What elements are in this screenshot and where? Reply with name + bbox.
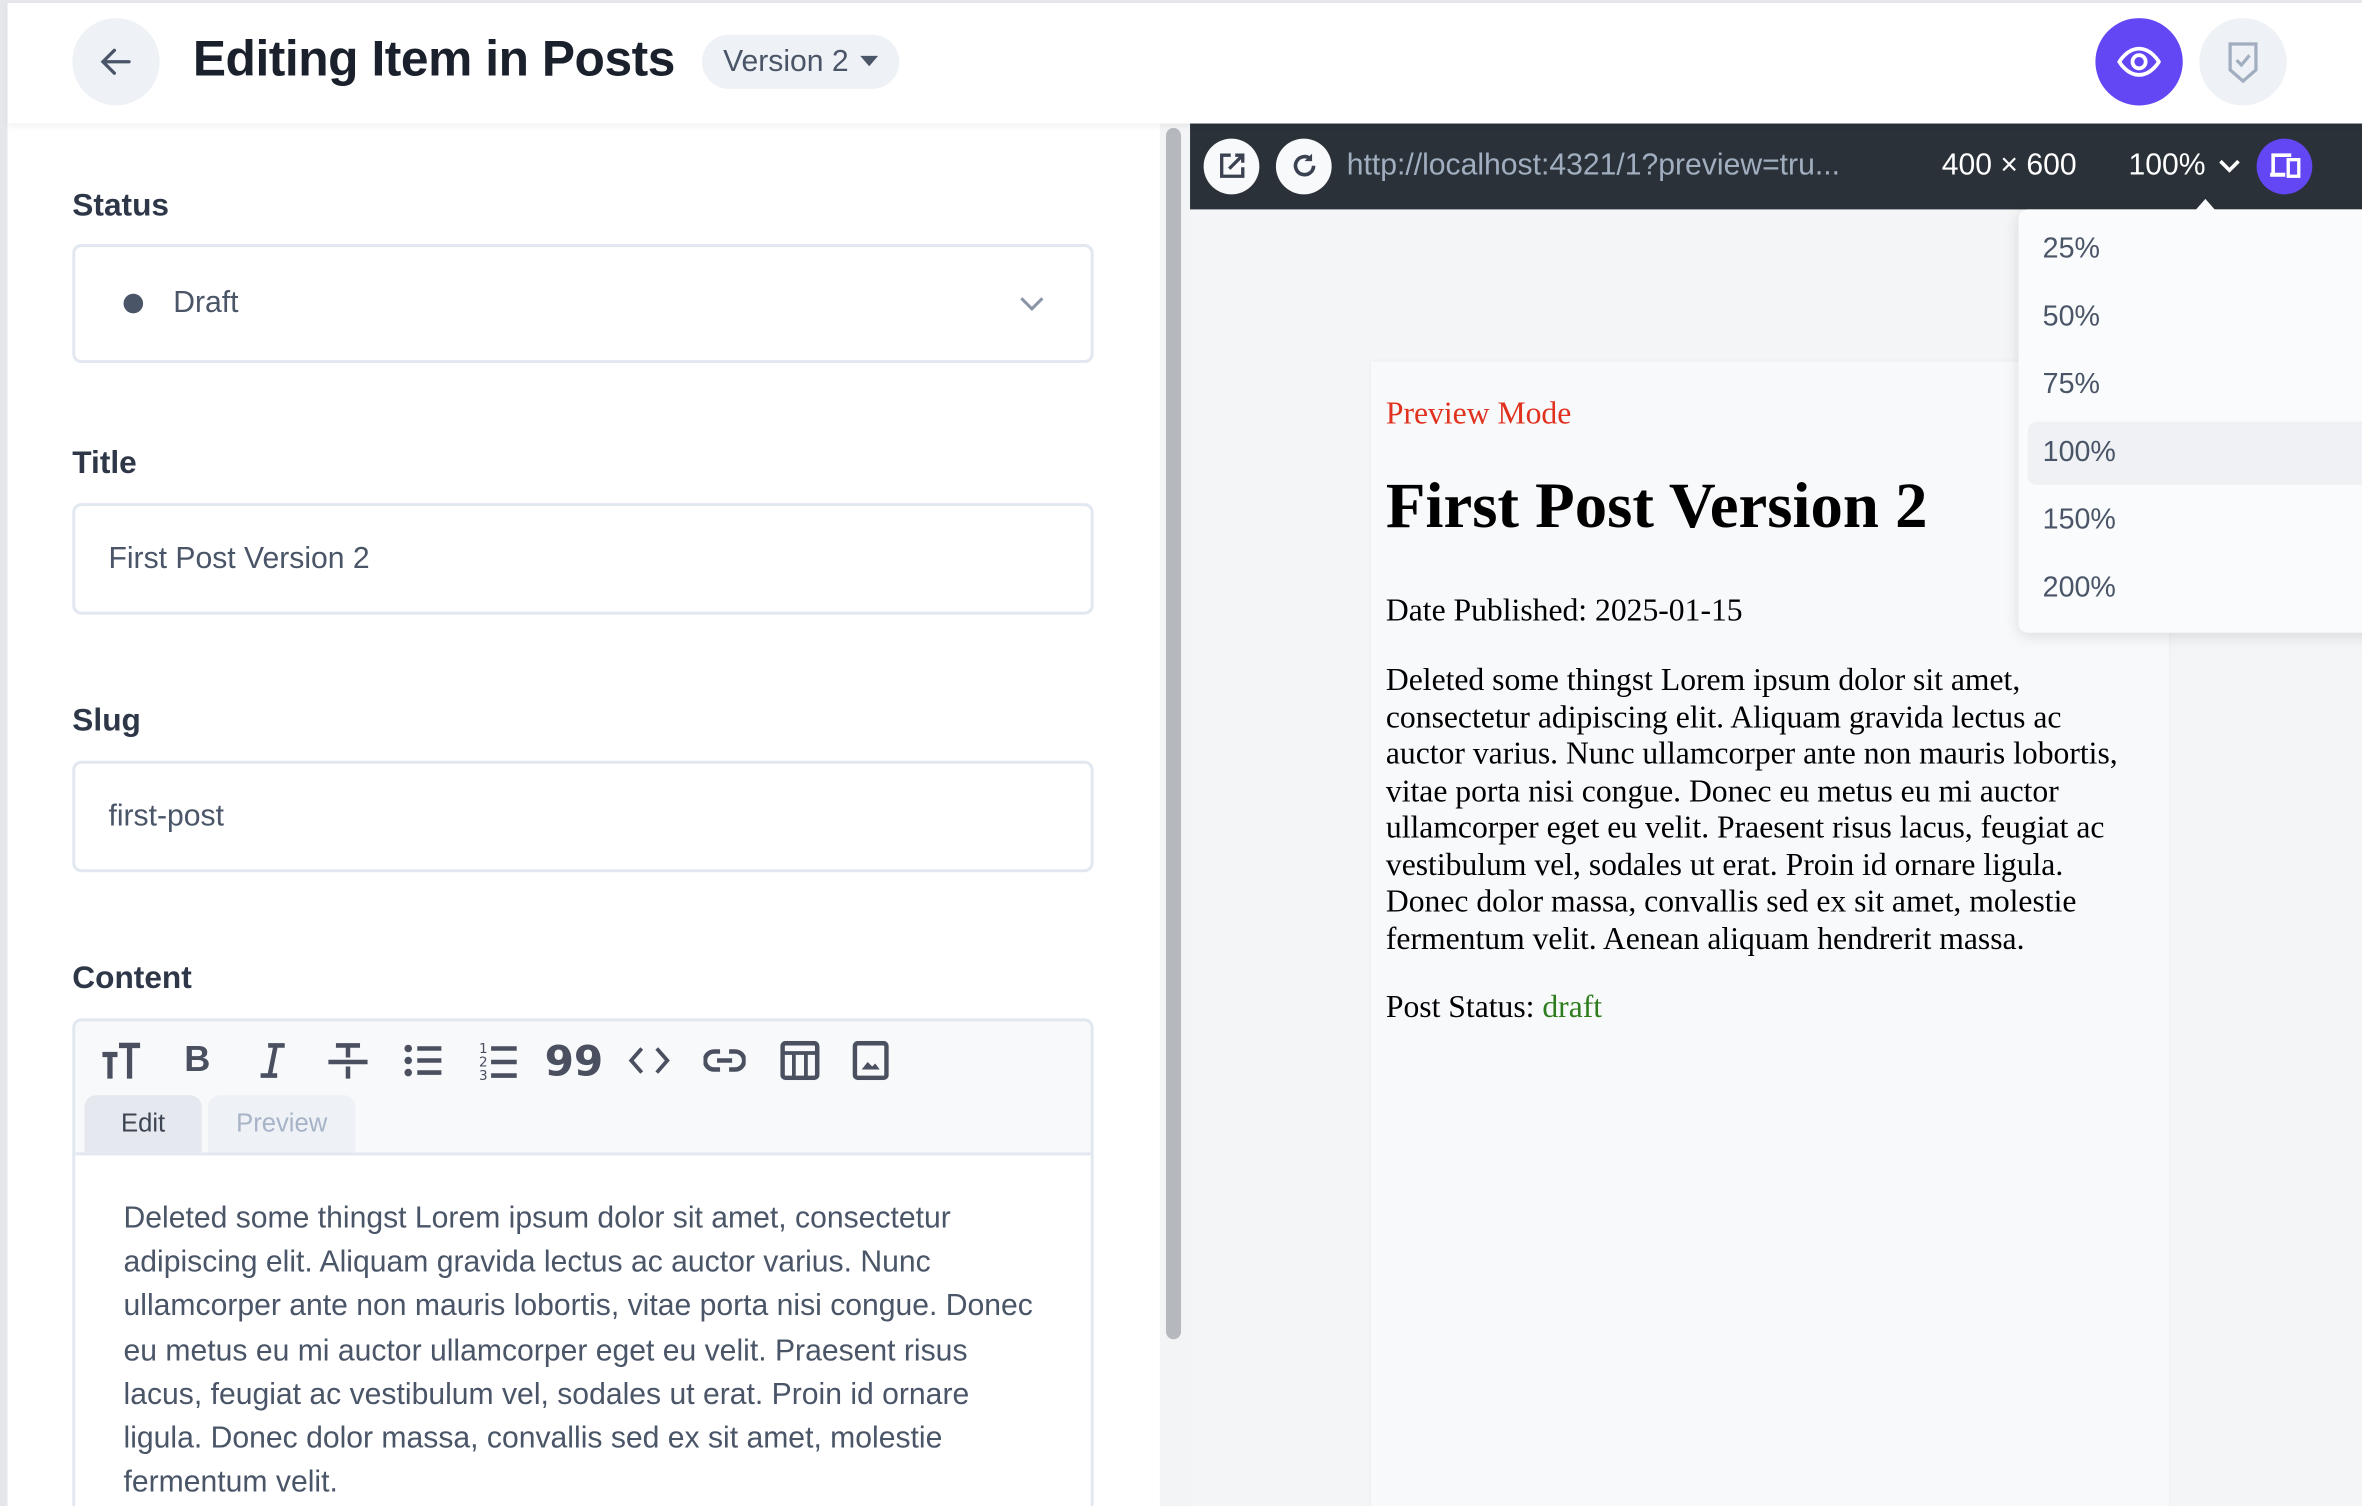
status-value: Draft — [173, 286, 239, 320]
status-select[interactable]: Draft — [72, 244, 1094, 364]
bullet-list-button[interactable] — [386, 1030, 461, 1090]
title-label: Title — [72, 445, 137, 481]
zoom-option-150[interactable]: 150% — [2028, 490, 2362, 553]
numbered-list-icon: 123 — [479, 1041, 517, 1082]
quote-icon: 99 — [544, 1035, 604, 1086]
dropdown-caret-icon — [2194, 198, 2216, 211]
heading-icon — [102, 1042, 141, 1079]
external-link-icon — [1219, 153, 1244, 178]
device-toggle-button[interactable] — [2256, 137, 2313, 194]
table-icon — [780, 1040, 820, 1081]
back-button[interactable] — [72, 18, 160, 106]
content-label: Content — [72, 961, 192, 996]
shield-check-icon — [2228, 42, 2258, 84]
devices-icon — [2269, 153, 2300, 178]
link-button[interactable] — [687, 1030, 762, 1090]
viewport-dimensions: 400 × 600 — [1941, 148, 2077, 182]
markdown-editor: B 123 99 Edit Preview Deleted some thing… — [72, 1018, 1094, 1506]
preview-mode-label: Preview Mode — [1385, 394, 1572, 431]
slug-label: Slug — [72, 703, 141, 739]
image-button[interactable] — [838, 1030, 904, 1090]
zoom-option-50[interactable]: 50% — [2028, 286, 2362, 349]
page-title: Editing Item in Posts — [192, 30, 676, 86]
page-header: Editing Item in Posts Version 2 — [7, 3, 2362, 124]
zoom-selector[interactable]: 100% — [2129, 148, 2206, 183]
svg-text:3: 3 — [479, 1068, 488, 1082]
zoom-option-100[interactable]: 100% — [2027, 421, 2362, 486]
quote-button[interactable]: 99 — [536, 1030, 611, 1090]
strikethrough-button[interactable] — [310, 1030, 385, 1090]
code-button[interactable] — [612, 1030, 687, 1090]
zoom-option-75[interactable]: 75% — [2028, 354, 2362, 417]
preview-heading: First Post Version 2 — [1385, 471, 1928, 543]
preview-date: Date Published: 2025-01-15 — [1385, 592, 1743, 629]
open-external-button[interactable] — [1203, 137, 1260, 194]
bold-button[interactable]: B — [160, 1030, 235, 1090]
refresh-icon — [1293, 153, 1315, 177]
content-textarea[interactable]: Deleted some thingst Lorem ipsum dolor s… — [75, 1152, 1091, 1506]
image-icon — [852, 1040, 889, 1081]
form-scrollbar[interactable] — [1159, 123, 1191, 1506]
arrow-left-icon — [100, 48, 131, 75]
preview-url[interactable]: http://localhost:4321/1?preview=tru... — [1347, 148, 1942, 183]
editor-toolbar: B 123 99 — [84, 1030, 903, 1090]
status-dot-icon — [123, 293, 144, 314]
preview-toggle-button[interactable] — [2095, 18, 2183, 106]
code-icon — [628, 1047, 670, 1074]
link-icon — [703, 1049, 746, 1072]
title-input[interactable]: First Post Version 2 — [72, 503, 1094, 615]
slug-input[interactable]: first-post — [72, 760, 1094, 873]
publish-button[interactable] — [2199, 18, 2287, 106]
italic-icon — [260, 1043, 285, 1078]
eye-icon — [2117, 46, 2162, 77]
scrollbar-thumb[interactable] — [1165, 128, 1182, 1340]
preview-toolbar: http://localhost:4321/1?preview=tru... 4… — [1190, 122, 2362, 210]
caret-down-icon — [860, 55, 879, 67]
preview-status-value: draft — [1542, 988, 1603, 1025]
italic-button[interactable] — [235, 1030, 310, 1090]
numbered-list-button[interactable]: 123 — [461, 1030, 536, 1090]
preview-panel: http://localhost:4321/1?preview=tru... 4… — [1190, 122, 2362, 1506]
preview-body: Deleted some thingst Lorem ipsum dolor s… — [1385, 661, 2118, 956]
table-button[interactable] — [762, 1030, 837, 1090]
zoom-option-200[interactable]: 200% — [2028, 557, 2362, 620]
bold-icon: B — [184, 1039, 211, 1081]
status-label: Status — [72, 188, 169, 223]
chevron-down-icon[interactable] — [2218, 157, 2242, 175]
heading-button[interactable] — [84, 1030, 159, 1090]
preview-status: Post Status: draft — [1386, 988, 1602, 1026]
refresh-button[interactable] — [1275, 137, 1332, 194]
preview-status-label: Post Status: — [1385, 988, 1535, 1025]
zoom-dropdown: 25% 50% 75% 100% 150% 200% — [2018, 209, 2362, 633]
tab-preview[interactable]: Preview — [207, 1095, 356, 1153]
strikethrough-icon — [328, 1043, 368, 1079]
zoom-option-25[interactable]: 25% — [2028, 218, 2362, 281]
version-selector[interactable]: Version 2 — [701, 34, 900, 89]
edit-form: Status Draft Title First Post Version 2 … — [7, 123, 1160, 1506]
chevron-down-icon — [1020, 296, 1044, 311]
version-label: Version 2 — [723, 44, 849, 78]
tab-edit[interactable]: Edit — [84, 1095, 202, 1153]
bullet-list-icon — [404, 1044, 442, 1077]
